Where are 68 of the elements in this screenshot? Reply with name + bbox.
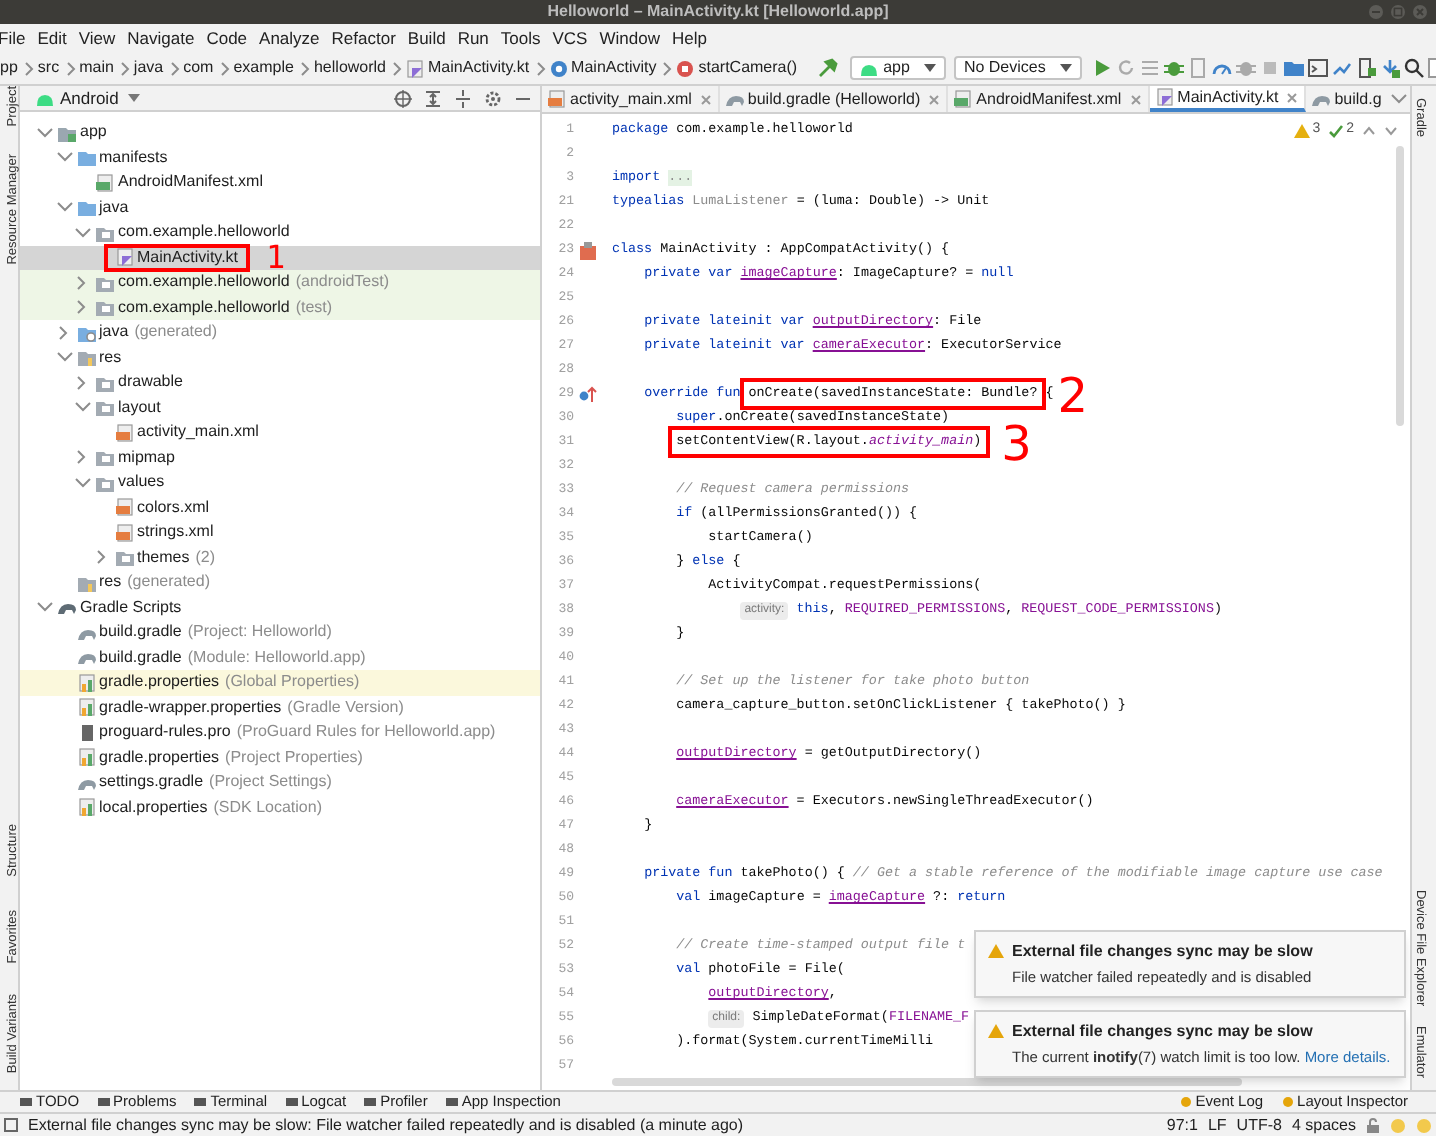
tree-item[interactable]: build.gradle (Module: Helloworld.app) <box>20 645 540 670</box>
menu-item[interactable]: Refactor <box>331 25 396 51</box>
breadcrumb-item[interactable]: startCamera() <box>698 56 798 80</box>
tree-item[interactable]: build.gradle (Project: Helloworld) <box>20 620 540 645</box>
menu-item[interactable]: Build <box>407 25 446 51</box>
callout-number: 1 <box>266 245 286 270</box>
tree-item[interactable]: app <box>20 120 540 145</box>
tree-item[interactable]: layout <box>20 395 540 420</box>
tree-item[interactable]: strings.xml <box>20 520 540 545</box>
menu-item[interactable]: Help <box>671 25 707 51</box>
tree-item[interactable]: com.example.helloworld (test) <box>20 295 540 320</box>
tree-item[interactable]: java <box>20 195 540 220</box>
device-dropdown[interactable]: No Devices <box>953 56 1082 80</box>
menu-item[interactable]: VCS <box>552 25 588 51</box>
tree-item[interactable]: res <box>20 345 540 370</box>
menu-item[interactable]: Tools <box>500 25 541 51</box>
tree-item[interactable]: Gradle Scripts <box>20 595 540 620</box>
status-message: External file changes sync may be slow: File watcher failed repeatedly and is disabled (a minute ago) <box>28 1113 744 1136</box>
breadcrumb-item[interactable]: MainActivity.kt <box>428 56 530 80</box>
tree-item[interactable]: com.example.helloworld (androidTest) <box>20 270 540 295</box>
breadcrumb-item[interactable]: com <box>183 56 214 80</box>
status-item[interactable]: 97:1 <box>1166 1113 1198 1136</box>
breadcrumb-item[interactable]: example <box>233 56 294 80</box>
tree-item[interactable]: proguard-rules.pro (ProGuard Rules for Helloworld.app) <box>20 720 540 745</box>
tree-item[interactable]: colors.xml <box>20 495 540 520</box>
callout-number: 3 <box>1001 418 1032 470</box>
tree-item[interactable]: com.example.helloworld <box>20 220 540 245</box>
menu-item[interactable]: Window <box>599 25 660 51</box>
notification-title: External file changes sync may be slow <box>1012 1020 1315 1044</box>
notification-title: External file changes sync may be slow <box>1012 940 1313 964</box>
tree-item[interactable]: settings.gradle (Project Settings) <box>20 770 540 795</box>
tree-item[interactable]: AndroidManifest.xml <box>20 170 540 195</box>
menu-item[interactable]: Analyze <box>259 25 320 51</box>
tree-item[interactable]: activity_main.xml <box>20 420 540 445</box>
tree-item[interactable]: gradle.properties (Project Properties) <box>20 745 540 770</box>
editor-tab[interactable]: AndroidManifest.xml <box>948 86 1150 112</box>
menu-item[interactable]: Edit <box>37 25 67 51</box>
tree-item[interactable]: res (generated) <box>20 570 540 595</box>
breadcrumb-item[interactable]: src <box>37 56 60 80</box>
tree-item[interactable]: local.properties (SDK Location) <box>20 795 540 820</box>
tree-item[interactable]: values <box>20 470 540 495</box>
status-item[interactable]: 4 spaces <box>1291 1113 1356 1136</box>
run-config-dropdown[interactable]: app <box>849 56 946 80</box>
tree-item[interactable]: themes (2) <box>20 545 540 570</box>
breadcrumb-item[interactable]: helloworld <box>313 56 387 80</box>
editor-tab[interactable]: MainActivity.kt <box>1149 86 1307 112</box>
breadcrumb-item[interactable]: MainActivity <box>571 56 657 80</box>
tree-item[interactable]: mipmap <box>20 445 540 470</box>
breadcrumb-item[interactable]: main <box>79 56 114 80</box>
status-item[interactable]: UTF-8 <box>1236 1113 1282 1136</box>
callout-number: 2 <box>1057 370 1088 422</box>
menu-item[interactable]: Navigate <box>127 25 195 51</box>
menu-item[interactable]: File <box>0 25 26 51</box>
tree-item[interactable]: gradle-wrapper.properties (Gradle Version) <box>20 695 540 720</box>
breadcrumb-item[interactable]: pp <box>0 56 18 80</box>
menu-item[interactable]: View <box>78 25 116 51</box>
editor-tab[interactable]: activity_main.xml <box>542 86 720 112</box>
tree-item[interactable]: manifests <box>20 145 540 170</box>
tree-item[interactable]: gradle.properties (Global Properties) <box>20 670 540 695</box>
tree-item[interactable]: drawable <box>20 370 540 395</box>
status-item[interactable]: LF <box>1207 1113 1227 1136</box>
editor-tab[interactable]: build.gradle (Helloworld) <box>719 86 949 112</box>
tree-item[interactable]: MainActivity.kt 1 <box>20 245 540 270</box>
window-title: Helloworld – MainActivity.kt [Helloworld.app] <box>547 0 889 24</box>
menu-item[interactable]: Run <box>457 25 489 51</box>
tree-item[interactable]: java (generated) <box>20 320 540 345</box>
menu-item[interactable]: Code <box>206 25 248 51</box>
breadcrumb-item[interactable]: java <box>133 56 164 80</box>
